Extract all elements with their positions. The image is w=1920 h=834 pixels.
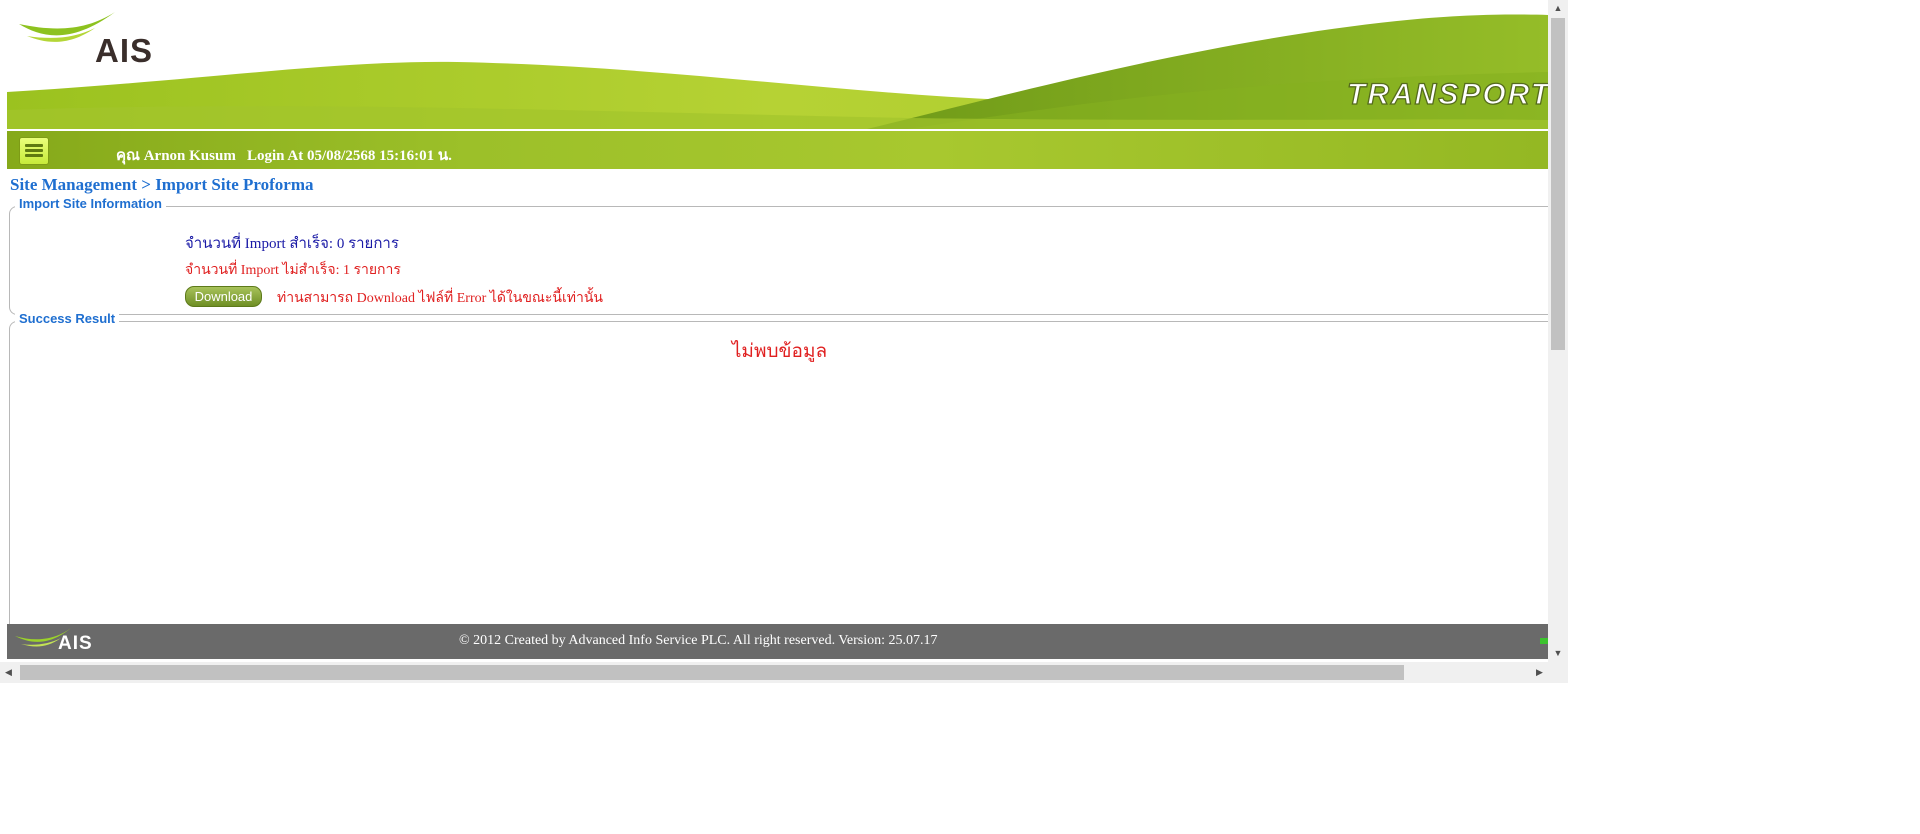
hamburger-icon — [25, 154, 43, 157]
scroll-right-icon[interactable]: ▶ — [1531, 662, 1548, 683]
footer: AIS © 2012 Created by Advanced Info Serv… — [7, 624, 1548, 659]
scroll-down-icon[interactable]: ▼ — [1548, 645, 1568, 662]
hamburger-icon — [25, 149, 43, 152]
scroll-left-icon[interactable]: ◀ — [0, 662, 17, 683]
success-result-section: Success Result ไม่พบข้อมูล — [9, 311, 1549, 642]
banner-tagline: TRANSPORT — [1346, 77, 1548, 111]
section-legend: Import Site Information — [15, 196, 166, 211]
import-success-count: จำนวนที่ Import สำเร็จ: 0 รายการ — [185, 236, 399, 252]
no-data-message: ไม่พบข้อมูล — [731, 341, 828, 362]
vertical-scroll-thumb[interactable] — [1551, 18, 1565, 350]
user-label: คุณ Arnon Kusum — [116, 148, 236, 164]
navbar: คุณ Arnon Kusum Login At 05/08/2568 15:1… — [7, 130, 1548, 169]
import-site-information-section: Import Site Information จำนวนที่ Import … — [9, 196, 1549, 315]
horizontal-scrollbar[interactable]: ◀ ▶ — [0, 662, 1548, 683]
login-time-label: Login At 05/08/2568 15:16:01 น. — [247, 148, 452, 164]
logo-text: AIS — [95, 32, 154, 69]
status-indicator — [1540, 638, 1548, 644]
import-fail-count: จำนวนที่ Import ไม่สำเร็จ: 1 รายการ — [185, 263, 401, 278]
footer-logo-text: AIS — [58, 633, 93, 654]
section-legend: Success Result — [15, 311, 120, 326]
hamburger-icon — [25, 144, 43, 147]
scroll-corner — [1548, 662, 1568, 683]
horizontal-scroll-thumb[interactable] — [20, 665, 1404, 680]
download-note: ท่านสามารถ Download ไฟล์ที่ Error ได้ในข… — [277, 291, 603, 306]
scroll-up-icon[interactable]: ▲ — [1548, 0, 1568, 17]
page: AIS TRANSPORT คุณ Arnon Kusum Login At 0… — [0, 0, 1568, 683]
download-button[interactable]: Download — [185, 286, 262, 307]
vertical-scrollbar[interactable]: ▲ ▼ — [1548, 0, 1568, 662]
header-banner: AIS TRANSPORT — [7, 0, 1548, 129]
menu-button[interactable] — [19, 137, 49, 165]
footer-ais-logo: AIS — [13, 626, 103, 656]
breadcrumb: Site Management > Import Site Proforma — [10, 175, 314, 194]
footer-copyright: © 2012 Created by Advanced Info Service … — [459, 633, 938, 648]
ais-logo: AIS — [17, 10, 167, 70]
banner-wave-graphic — [7, 14, 1548, 129]
